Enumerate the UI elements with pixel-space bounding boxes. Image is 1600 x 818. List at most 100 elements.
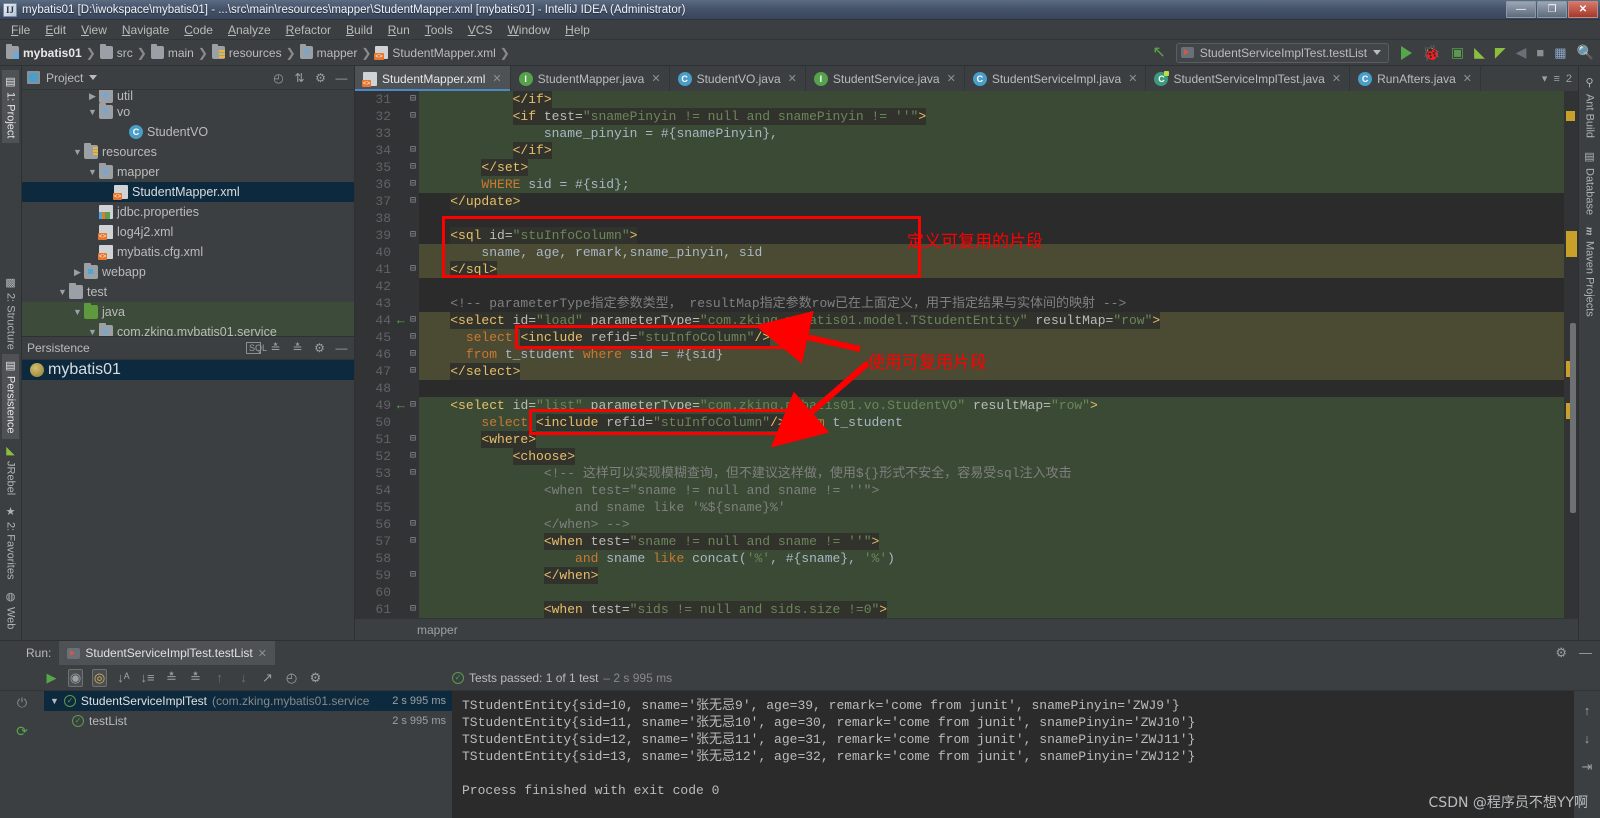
code-line[interactable]: </if>: [419, 91, 1564, 108]
history-icon[interactable]: ◴: [284, 670, 299, 686]
tree-node-jdbc-properties[interactable]: jdbc.properties: [22, 202, 354, 222]
fold-toggle-icon[interactable]: ⊟: [410, 448, 416, 465]
expand-all-icon[interactable]: ≛: [164, 670, 179, 686]
run-button[interactable]: [1401, 45, 1413, 60]
fold-toggle-icon[interactable]: ⊟: [410, 465, 416, 482]
collapse-all-icon[interactable]: ≛: [290, 341, 305, 355]
minimize-button[interactable]: —: [1506, 1, 1536, 18]
fold-marker[interactable]: ⊟: [397, 448, 419, 465]
code-line[interactable]: </select>: [419, 363, 1564, 380]
fold-toggle-icon[interactable]: ⊟: [410, 329, 416, 346]
code-column[interactable]: </if> <if test= "snamePinyin != null and …: [419, 91, 1564, 618]
project-tree[interactable]: ▶util▼voCStudentVO▼resources▼mapperStude…: [22, 90, 354, 336]
menu-item-vcs[interactable]: VCS: [461, 21, 500, 39]
twisty-icon[interactable]: ▼: [71, 307, 84, 317]
close-icon[interactable]: ✕: [651, 72, 660, 85]
sidebar-item-jrebel[interactable]: ◣ JRebel: [2, 439, 19, 500]
editor-breadcrumb[interactable]: mapper: [355, 618, 1578, 640]
fold-toggle-icon[interactable]: ⊟: [410, 346, 416, 363]
update-project-icon[interactable]: ↖: [1152, 44, 1165, 61]
scroll-down-icon[interactable]: ↓: [1584, 731, 1591, 746]
fold-marker[interactable]: [397, 414, 419, 431]
menu-item-refactor[interactable]: Refactor: [279, 21, 338, 39]
menu-item-view[interactable]: View: [74, 21, 114, 39]
close-icon[interactable]: ✕: [258, 647, 267, 660]
fold-marker[interactable]: ⊟: [397, 533, 419, 550]
collapse-scope-icon[interactable]: ◴: [271, 71, 286, 85]
hide-icon[interactable]: —: [334, 71, 349, 85]
breadcrumb-item-main[interactable]: main: [150, 44, 194, 60]
fold-marker[interactable]: [397, 499, 419, 516]
close-icon[interactable]: ✕: [947, 72, 956, 85]
fold-marker[interactable]: ⊟: [397, 346, 419, 363]
close-icon[interactable]: ✕: [1332, 72, 1341, 85]
run-configuration-selector[interactable]: StudentServiceImplTest.testList: [1175, 42, 1390, 63]
fold-marker[interactable]: ⊟: [397, 363, 419, 380]
fold-marker[interactable]: ⊟: [397, 601, 419, 618]
fold-marker[interactable]: [397, 550, 419, 567]
export-icon[interactable]: ↗: [260, 670, 275, 686]
fold-marker[interactable]: [397, 278, 419, 295]
fold-marker[interactable]: ← ⊟: [397, 312, 419, 329]
menu-item-analyze[interactable]: Analyze: [221, 21, 278, 39]
expand-all-icon[interactable]: ≛: [268, 341, 283, 355]
code-line[interactable]: <!-- parameterType指定参数类型， resultMap指定参数r…: [419, 295, 1564, 312]
fold-marker[interactable]: ⊟: [397, 465, 419, 482]
stripe-mark[interactable]: [1566, 111, 1575, 121]
settings-gear-icon[interactable]: ⚙: [308, 670, 323, 686]
tree-node-studentmapper-xml[interactable]: StudentMapper.xml: [22, 182, 354, 202]
menu-item-tools[interactable]: Tools: [418, 21, 460, 39]
fold-toggle-icon[interactable]: ⊟: [410, 108, 416, 125]
breadcrumb-item-mapper[interactable]: mapper: [299, 44, 357, 60]
code-line[interactable]: from t_student where sid = #{sid}: [419, 346, 1564, 363]
fold-marker[interactable]: ⊟: [397, 261, 419, 278]
fold-marker[interactable]: [397, 295, 419, 312]
project-structure-button[interactable]: ▦: [1554, 45, 1566, 61]
code-line[interactable]: <choose>: [419, 448, 1564, 465]
tree-node-test[interactable]: ▼ test: [22, 282, 354, 302]
test-suite-row[interactable]: ▼ ✓ StudentServiceImplTest (com.zking.my…: [44, 691, 452, 711]
twisty-icon[interactable]: ▼: [86, 107, 99, 117]
sort-duration-icon[interactable]: ↓≡: [140, 670, 155, 685]
sql-console-icon[interactable]: SQL: [246, 342, 267, 354]
fold-marker[interactable]: [397, 482, 419, 499]
editor-tab-studentservice-java[interactable]: I StudentService.java ✕: [806, 66, 965, 91]
tree-node-webapp[interactable]: ▶ webapp: [22, 262, 354, 282]
test-case-row[interactable]: ✓ testList 2 s 995 ms: [44, 711, 452, 731]
fold-toggle-icon[interactable]: ⊟: [410, 397, 416, 414]
code-line[interactable]: sname_pinyin = #{snamePinyin},: [419, 125, 1564, 142]
code-line[interactable]: </update>: [419, 193, 1564, 210]
refresh-icon[interactable]: ⟳: [16, 723, 28, 740]
fold-toggle-icon[interactable]: ⊟: [410, 516, 416, 533]
code-line[interactable]: </if>: [419, 142, 1564, 159]
editor-tab-studentmapper-xml[interactable]: StudentMapper.xml ✕: [355, 66, 511, 91]
fold-toggle-icon[interactable]: ⊟: [410, 176, 416, 193]
test-results-tree[interactable]: ▼ ✓ StudentServiceImplTest (com.zking.my…: [44, 691, 452, 818]
scroll-up-icon[interactable]: ↑: [1584, 703, 1591, 718]
tree-node-util[interactable]: ▶ util: [22, 90, 354, 103]
hide-icon[interactable]: —: [1579, 645, 1592, 661]
next-failed-icon[interactable]: ↓: [236, 670, 251, 685]
expand-collapse-icon[interactable]: ⇅: [292, 71, 307, 85]
fold-marker[interactable]: [397, 584, 419, 601]
tree-node-resources[interactable]: ▼ resources: [22, 142, 354, 162]
fold-marker[interactable]: ⊟: [397, 91, 419, 108]
tree-node-java[interactable]: ▼ java: [22, 302, 354, 322]
fold-toggle-icon[interactable]: ⊟: [410, 193, 416, 210]
fold-toggle-icon[interactable]: ⊟: [410, 91, 416, 108]
fold-marker[interactable]: ⊟: [397, 193, 419, 210]
hide-icon[interactable]: —: [334, 341, 349, 355]
code-line[interactable]: [419, 380, 1564, 397]
search-everywhere-button[interactable]: 🔍: [1577, 44, 1594, 61]
menu-item-edit[interactable]: Edit: [38, 21, 73, 39]
editor-tab-studentvo-java[interactable]: C StudentVO.java ✕: [670, 66, 806, 91]
debug-junit-button[interactable]: ◤: [1495, 44, 1506, 61]
code-line[interactable]: <!-- 这样可以实现模糊查询，但不建议这样做，使用${}形式不安全，容易受sq…: [419, 465, 1564, 482]
code-line[interactable]: <when test= "sids != null and sids.size !…: [419, 601, 1564, 618]
sidebar-item-maven-projects[interactable]: m Maven Projects: [1582, 221, 1598, 322]
menu-item-code[interactable]: Code: [177, 21, 220, 39]
close-icon[interactable]: ✕: [788, 72, 797, 85]
sidebar-item-database[interactable]: ▤ Database: [1581, 144, 1598, 221]
editor-scrollbar-thumb[interactable]: [1570, 323, 1576, 513]
close-icon[interactable]: ✕: [492, 72, 501, 85]
